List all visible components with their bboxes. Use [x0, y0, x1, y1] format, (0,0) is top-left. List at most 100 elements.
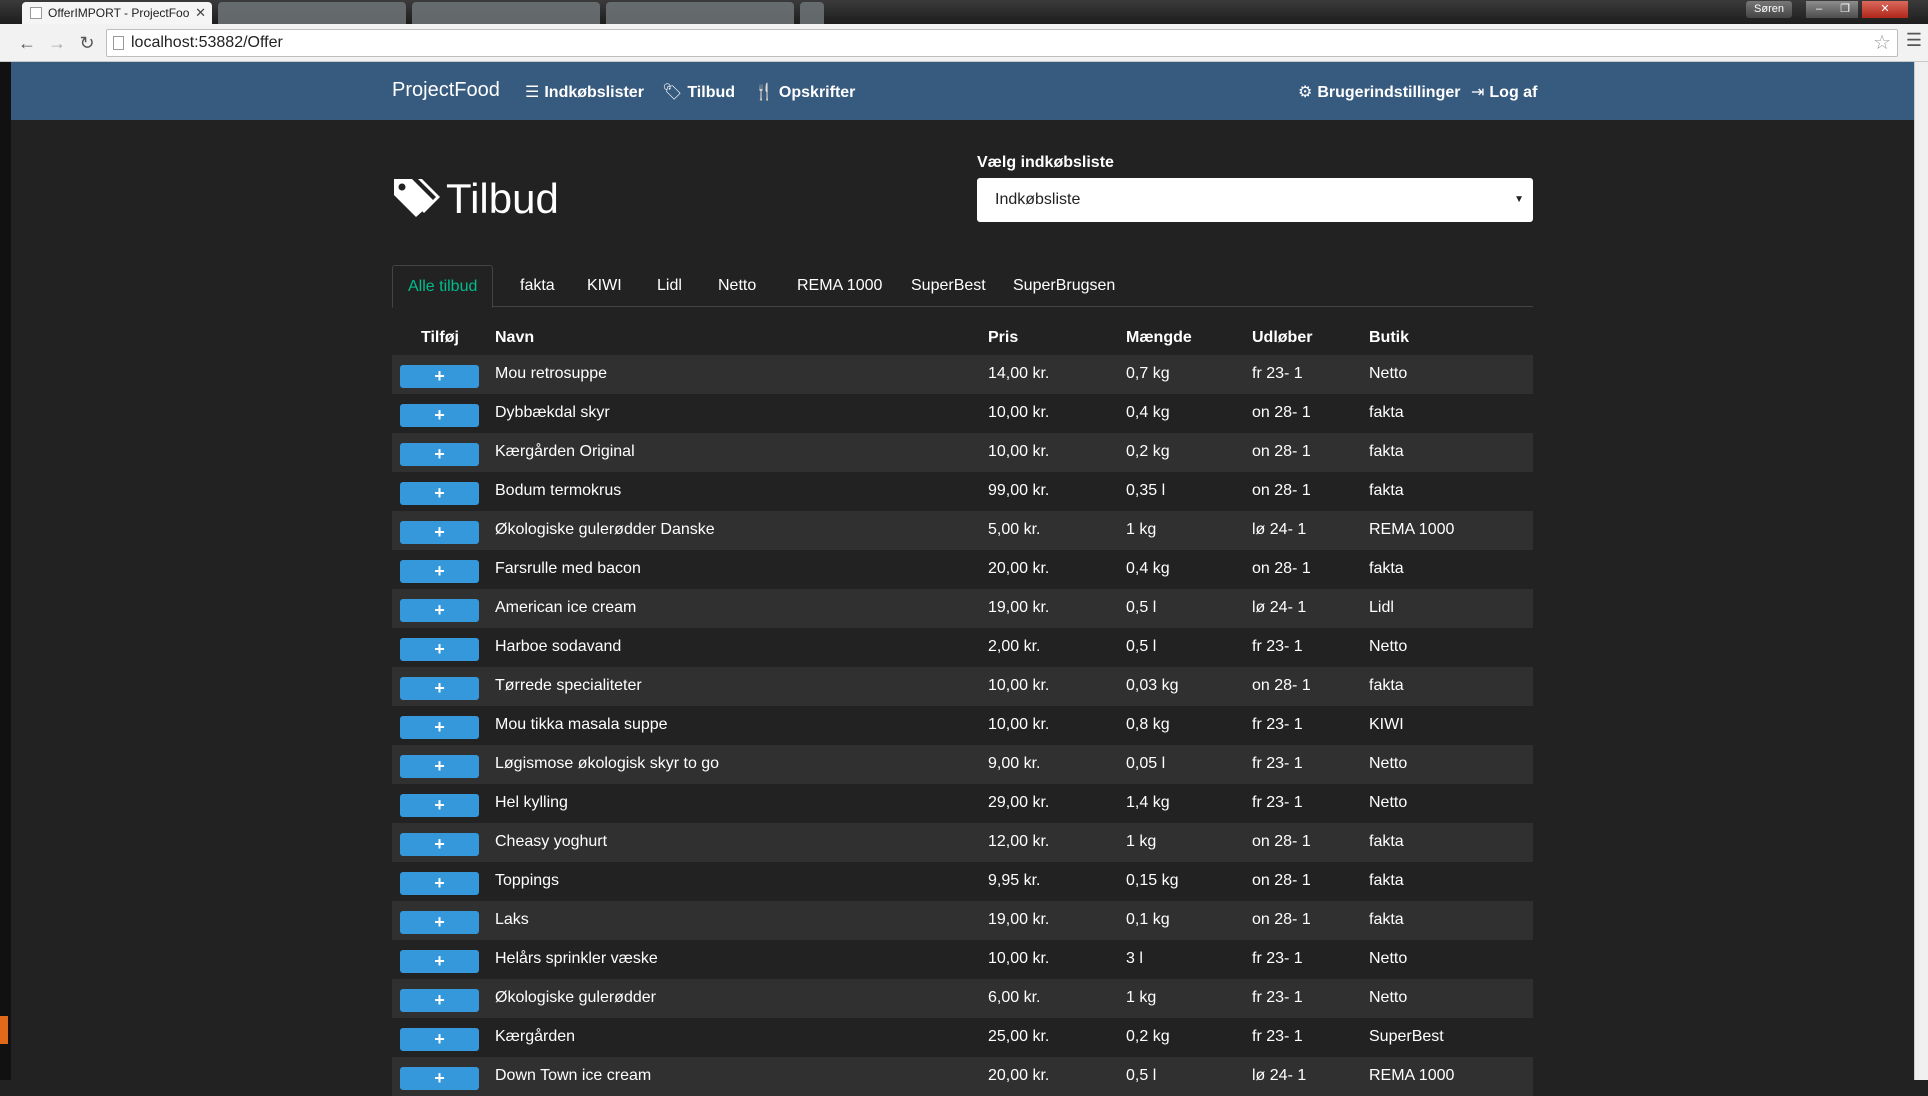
add-to-list-button[interactable]: +	[400, 794, 479, 817]
scrollbar[interactable]	[1914, 62, 1928, 1080]
offer-expires: on 28- 1	[1252, 560, 1311, 577]
offer-price: 10,00 kr.	[988, 443, 1050, 460]
tab-superbrugsen[interactable]: SuperBrugsen	[998, 265, 1130, 307]
new-tab-button[interactable]	[800, 2, 824, 24]
add-to-list-button[interactable]: +	[400, 716, 479, 739]
browser-tab[interactable]	[412, 2, 600, 24]
offer-name: Kærgården Original	[495, 443, 635, 460]
page-title-text: Tilbud	[446, 175, 559, 222]
browser-user-chip[interactable]: Søren	[1746, 1, 1792, 18]
add-to-list-button[interactable]: +	[400, 911, 479, 934]
table-row: + Mou retrosuppe 14,00 kr. 0,7 kg fr 23- 1 Ne…	[392, 355, 1533, 394]
offer-expires: on 28- 1	[1252, 872, 1311, 889]
offer-price: 14,00 kr.	[988, 365, 1050, 382]
offer-expires: lø 24- 1	[1252, 521, 1307, 538]
address-bar[interactable]: localhost:53882/Offer ☆	[106, 29, 1898, 57]
offer-expires: on 28- 1	[1252, 482, 1311, 499]
add-to-list-button[interactable]: +	[400, 950, 479, 973]
add-to-list-button[interactable]: +	[400, 599, 479, 622]
browser-tab[interactable]	[218, 2, 406, 24]
log-out-icon: ⇥	[1471, 84, 1485, 101]
offer-expires: on 28- 1	[1252, 404, 1311, 421]
table-row: + Laks 19,00 kr. 0,1 kg on 28- 1 fakta	[392, 901, 1533, 940]
offer-name: American ice cream	[495, 599, 637, 616]
offer-shop: fakta	[1369, 833, 1404, 850]
tab-rema-1000[interactable]: REMA 1000	[782, 265, 897, 307]
add-to-list-button[interactable]: +	[400, 872, 479, 895]
browser-menu-icon[interactable]: ☰	[1906, 30, 1922, 51]
offer-quantity: 1,4 kg	[1126, 794, 1170, 811]
add-to-list-button[interactable]: +	[400, 638, 479, 661]
nav-link-opskrifter[interactable]: 🍴 Opskrifter	[754, 82, 855, 102]
add-to-list-button[interactable]: +	[400, 521, 479, 544]
offer-price: 20,00 kr.	[988, 1067, 1050, 1084]
offer-quantity: 0,05 l	[1126, 755, 1166, 772]
table-row: + Dybbækdal skyr 10,00 kr. 0,4 kg on 28- 1 fa…	[392, 394, 1533, 433]
offer-price: 99,00 kr.	[988, 482, 1050, 499]
back-icon[interactable]: ←	[14, 30, 40, 56]
add-to-list-button[interactable]: +	[400, 833, 479, 856]
offer-price: 10,00 kr.	[988, 950, 1050, 967]
add-to-list-button[interactable]: +	[400, 755, 479, 778]
forward-icon[interactable]: →	[44, 30, 70, 56]
offer-expires: fr 23- 1	[1252, 365, 1303, 382]
table-row: + Løgismose økologisk skyr to go 9,00 kr. 0…	[392, 745, 1533, 784]
browser-titlebar: OfferIMPORT - ProjectFoo ✕ Søren – ❐ ✕	[0, 0, 1928, 24]
nav-link-tilbud[interactable]: 🏷 Tilbud	[662, 82, 735, 102]
add-to-list-button[interactable]: +	[400, 989, 479, 1012]
nav-link-log-af[interactable]: ⇥ Log af	[1471, 82, 1537, 102]
column-header-price: Pris	[988, 329, 1019, 346]
offer-quantity: 0,5 l	[1126, 599, 1157, 616]
offer-name: Farsrulle med bacon	[495, 560, 641, 577]
window-close-icon[interactable]: ✕	[1862, 1, 1908, 18]
maximize-icon[interactable]: ❐	[1832, 1, 1858, 18]
window-edge-left	[0, 62, 11, 1080]
offer-shop: fakta	[1369, 872, 1404, 889]
table-row: + Helårs sprinkler væske 10,00 kr. 3 l fr 23…	[392, 940, 1533, 979]
bookmark-star-icon[interactable]: ☆	[1873, 30, 1891, 56]
offer-quantity: 0,8 kg	[1126, 716, 1170, 733]
add-to-list-button[interactable]: +	[400, 404, 479, 427]
tab-fakta[interactable]: fakta	[505, 265, 570, 307]
close-tab-icon[interactable]: ✕	[195, 2, 206, 24]
select-label: Vælg indkøbsliste	[977, 154, 1114, 171]
table-row: + Down Town ice cream 20,00 kr. 0,5 l lø 24-…	[392, 1057, 1533, 1096]
offer-expires: lø 24- 1	[1252, 599, 1307, 616]
add-to-list-button[interactable]: +	[400, 1067, 479, 1090]
add-to-list-button[interactable]: +	[400, 1028, 479, 1051]
offer-expires: fr 23- 1	[1252, 989, 1303, 1006]
offer-shop: Netto	[1369, 755, 1408, 772]
offer-shop: Netto	[1369, 989, 1408, 1006]
browser-tab[interactable]	[606, 2, 794, 24]
main-content: Tilbud Vælg indkøbsliste Indkøbsliste ▼ …	[11, 120, 1914, 1096]
offer-price: 10,00 kr.	[988, 404, 1050, 421]
add-to-list-button[interactable]: +	[400, 677, 479, 700]
reload-icon[interactable]: ↻	[74, 30, 100, 56]
add-to-list-button[interactable]: +	[400, 365, 479, 388]
url-text: localhost:53882/Offer	[131, 34, 283, 51]
brand-link[interactable]: ProjectFood	[392, 79, 500, 102]
add-to-list-button[interactable]: +	[400, 443, 479, 466]
offer-shop: Lidl	[1369, 599, 1394, 616]
offer-quantity: 0,2 kg	[1126, 443, 1170, 460]
add-to-list-button[interactable]: +	[400, 482, 479, 505]
minimize-icon[interactable]: –	[1806, 1, 1832, 18]
side-tab[interactable]	[0, 1016, 8, 1044]
table-row: + Toppings 9,95 kr. 0,15 kg on 28- 1 fakta	[392, 862, 1533, 901]
offer-shop: SuperBest	[1369, 1028, 1444, 1045]
tab-alle-tilbud[interactable]: Alle tilbud	[392, 265, 494, 308]
nav-link-brugerindstillinger[interactable]: ⚙ Brugerindstillinger	[1298, 82, 1460, 102]
table-header: Tilføj Navn Pris Mængde Udløber Butik	[392, 323, 1533, 355]
tab-superbest[interactable]: SuperBest	[896, 265, 1001, 307]
nav-link-label: Brugerindstillinger	[1317, 84, 1461, 101]
offer-quantity: 0,5 l	[1126, 638, 1157, 655]
table-body: + Mou retrosuppe 14,00 kr. 0,7 kg fr 23- 1 Ne…	[392, 355, 1533, 1096]
add-to-list-button[interactable]: +	[400, 560, 479, 583]
nav-link-indkobslister[interactable]: ☰ Indkøbslister	[525, 82, 644, 102]
tab-netto[interactable]: Netto	[703, 265, 771, 307]
browser-tab-active[interactable]: OfferIMPORT - ProjectFoo ✕	[22, 2, 212, 24]
tab-kiwi[interactable]: KIWI	[572, 265, 637, 307]
shopping-list-select[interactable]: Indkøbsliste ▼	[977, 178, 1533, 222]
tab-lidl[interactable]: Lidl	[642, 265, 697, 307]
column-header-quantity: Mængde	[1126, 329, 1192, 346]
